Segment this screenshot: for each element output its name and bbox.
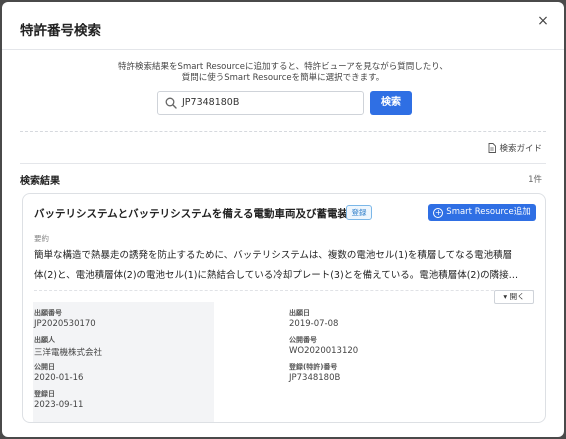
modal-title: 特許番号検索 — [20, 23, 101, 39]
add-smart-resource-label: Smart Resource追加 — [446, 207, 531, 217]
result-title[interactable]: バッテリシステムとバッテリシステムを備える電動車両及び蓄電装置 — [34, 206, 359, 221]
publication-date-value: 2020-01-16 — [34, 373, 84, 383]
publication-date-label: 公開日 — [34, 363, 55, 371]
abstract-text: 簡単な構造で熱暴走の誘発を防止するために、バッテリシステムは、複数の電池セル(1… — [34, 246, 536, 288]
abstract-line-1: 簡単な構造で熱暴走の誘発を防止するために、バッテリシステムは、複数の電池セル(1… — [34, 250, 513, 261]
description: 特許検索結果をSmart Resourceに追加すると、特許ビューアを見ながら質… — [2, 62, 564, 84]
publication-number-value: WO2020013120 — [289, 346, 359, 356]
document-icon — [489, 143, 497, 153]
application-date-label: 出願日 — [289, 309, 310, 317]
divider — [34, 290, 534, 291]
abstract-line-2: 体(2)と、電池積層体(2)の電池セル(1)に熱結合している冷却プレート(3)と… — [34, 270, 519, 281]
status-badge: 登録 — [346, 205, 372, 220]
application-date-value: 2019-07-08 — [289, 319, 339, 329]
expand-button[interactable]: ▾ 開く — [494, 290, 534, 304]
chevron-down-icon: ▾ — [503, 292, 508, 301]
divider — [20, 131, 546, 132]
description-line-1: 特許検索結果をSmart Resourceに追加すると、特許ビューアを見ながら質… — [118, 62, 448, 72]
search-icon — [165, 97, 177, 109]
plus-circle-icon: + — [433, 208, 444, 218]
registration-date-label: 登録日 — [34, 390, 55, 398]
registration-date-value: 2023-09-11 — [34, 400, 84, 410]
registration-number-value: JP7348180B — [289, 373, 341, 383]
patent-search-modal: 特許番号検索 × 特許検索結果をSmart Resourceに追加すると、特許ビ… — [2, 2, 564, 437]
results-title: 検索結果 — [20, 176, 60, 187]
search-guide-link[interactable]: 検索ガイド — [488, 142, 542, 154]
add-smart-resource-button[interactable]: + Smart Resource追加 — [428, 204, 536, 221]
search-button[interactable]: 検索 — [370, 91, 412, 115]
divider — [20, 163, 546, 164]
search-input[interactable]: JP7348180B — [157, 91, 364, 115]
publication-number-label: 公開番号 — [289, 336, 317, 344]
expand-label: 開く — [509, 292, 525, 301]
search-input-value: JP7348180B — [182, 97, 240, 108]
results-count: 1件 — [528, 175, 542, 185]
close-button[interactable]: × — [534, 12, 552, 30]
abstract-label: 要約 — [34, 234, 49, 243]
description-line-2: 質問に使うSmart Resourceを簡単に選択できます。 — [181, 73, 385, 83]
search-guide-label: 検索ガイド — [499, 144, 542, 154]
application-number-label: 出願番号 — [34, 309, 62, 317]
result-card: バッテリシステムとバッテリシステムを備える電動車両及び蓄電装置 登録 + Smar… — [22, 193, 546, 423]
application-number-value: JP2020530170 — [34, 319, 96, 329]
registration-number-label: 登録(特許)番号 — [289, 363, 338, 371]
applicant-label: 出願人 — [34, 336, 55, 344]
modal-header: 特許番号検索 × — [2, 2, 564, 50]
applicant-value: 三洋電機株式会社 — [34, 348, 103, 358]
